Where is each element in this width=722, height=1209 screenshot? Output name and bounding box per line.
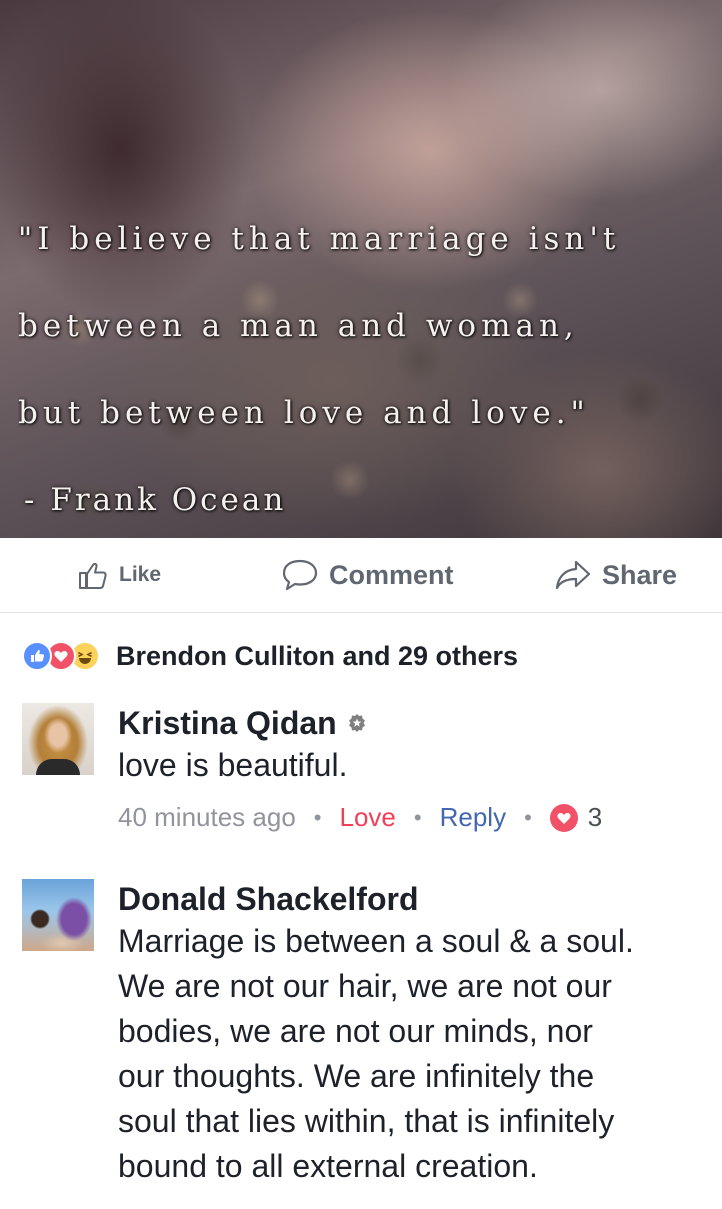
share-arrow-icon	[554, 559, 602, 591]
thumbs-up-icon	[77, 559, 119, 591]
love-button[interactable]: Love	[340, 802, 396, 833]
comment-button[interactable]: Comment	[281, 538, 454, 612]
post-action-bar: Like Comment Share	[0, 538, 722, 613]
comment-text: Marriage is between a soul & a soul. We …	[118, 919, 722, 1189]
comment-body: Donald Shackelford Marriage is between a…	[118, 879, 722, 1189]
reactions-summary[interactable]: Brendon Culliton and 29 others	[22, 636, 518, 676]
reply-button[interactable]: Reply	[440, 802, 506, 833]
avatar-figure	[36, 759, 80, 775]
separator-dot: •	[413, 804, 422, 830]
commenter-name[interactable]: Kristina Qidan	[118, 705, 337, 742]
comment-timestamp[interactable]: 40 minutes ago	[118, 802, 296, 833]
comment-reaction-count[interactable]: 3	[549, 802, 603, 833]
share-label: Share	[602, 559, 678, 590]
like-button[interactable]: Like	[77, 538, 161, 612]
love-reaction-icon	[549, 803, 578, 832]
separator-dot: •	[524, 804, 532, 830]
comment-body: Kristina Qidan love is beautiful. 40 min…	[118, 703, 722, 833]
comment: Donald Shackelford Marriage is between a…	[22, 879, 722, 1209]
post-photo[interactable]: "I believe that marriage isn't between a…	[0, 0, 722, 538]
comment: Kristina Qidan love is beautiful. 40 min…	[22, 703, 722, 863]
comment-meta: 40 minutes ago • Love • Reply • 3	[118, 802, 722, 833]
reactors-text[interactable]: Brendon Culliton and 29 others	[116, 641, 518, 672]
photo-quote-overlay: "I believe that marriage isn't between a…	[18, 196, 722, 538]
quote-line: but between love and love."	[18, 395, 590, 431]
avatar[interactable]	[22, 879, 94, 951]
comment-text-line: bodies, we are not our minds, nor	[118, 1013, 593, 1049]
top-fan-badge-icon	[347, 713, 367, 733]
comment-text-line: Marriage is between a soul & a soul.	[118, 923, 634, 959]
like-label: Like	[119, 563, 162, 586]
comment-text-line: bound to all external creation.	[118, 1148, 538, 1184]
like-reaction-icon	[22, 641, 52, 671]
commenter-name-row: Kristina Qidan	[118, 703, 722, 743]
comment-text: love is beautiful.	[118, 747, 348, 783]
quote-author: - Frank Ocean	[24, 482, 287, 518]
commenter-name-row: Donald Shackelford	[118, 879, 722, 919]
comment-text-line: our thoughts. We are infinitely the	[118, 1058, 595, 1094]
commenter-name[interactable]: Donald Shackelford	[118, 881, 419, 918]
comment-text-line: soul that lies within, that is infinitel…	[118, 1103, 615, 1139]
separator-dot: •	[313, 804, 322, 830]
quote-line: "I believe that marriage isn't	[18, 221, 621, 257]
speech-bubble-icon	[281, 558, 329, 592]
avatar[interactable]	[22, 703, 94, 775]
reaction-count-value: 3	[587, 802, 603, 832]
comment-text-line: We are not our hair, we are not our	[118, 968, 612, 1004]
comment-label: Comment	[329, 559, 454, 590]
share-button[interactable]: Share	[554, 538, 677, 612]
quote-line: between a man and woman,	[18, 308, 579, 344]
